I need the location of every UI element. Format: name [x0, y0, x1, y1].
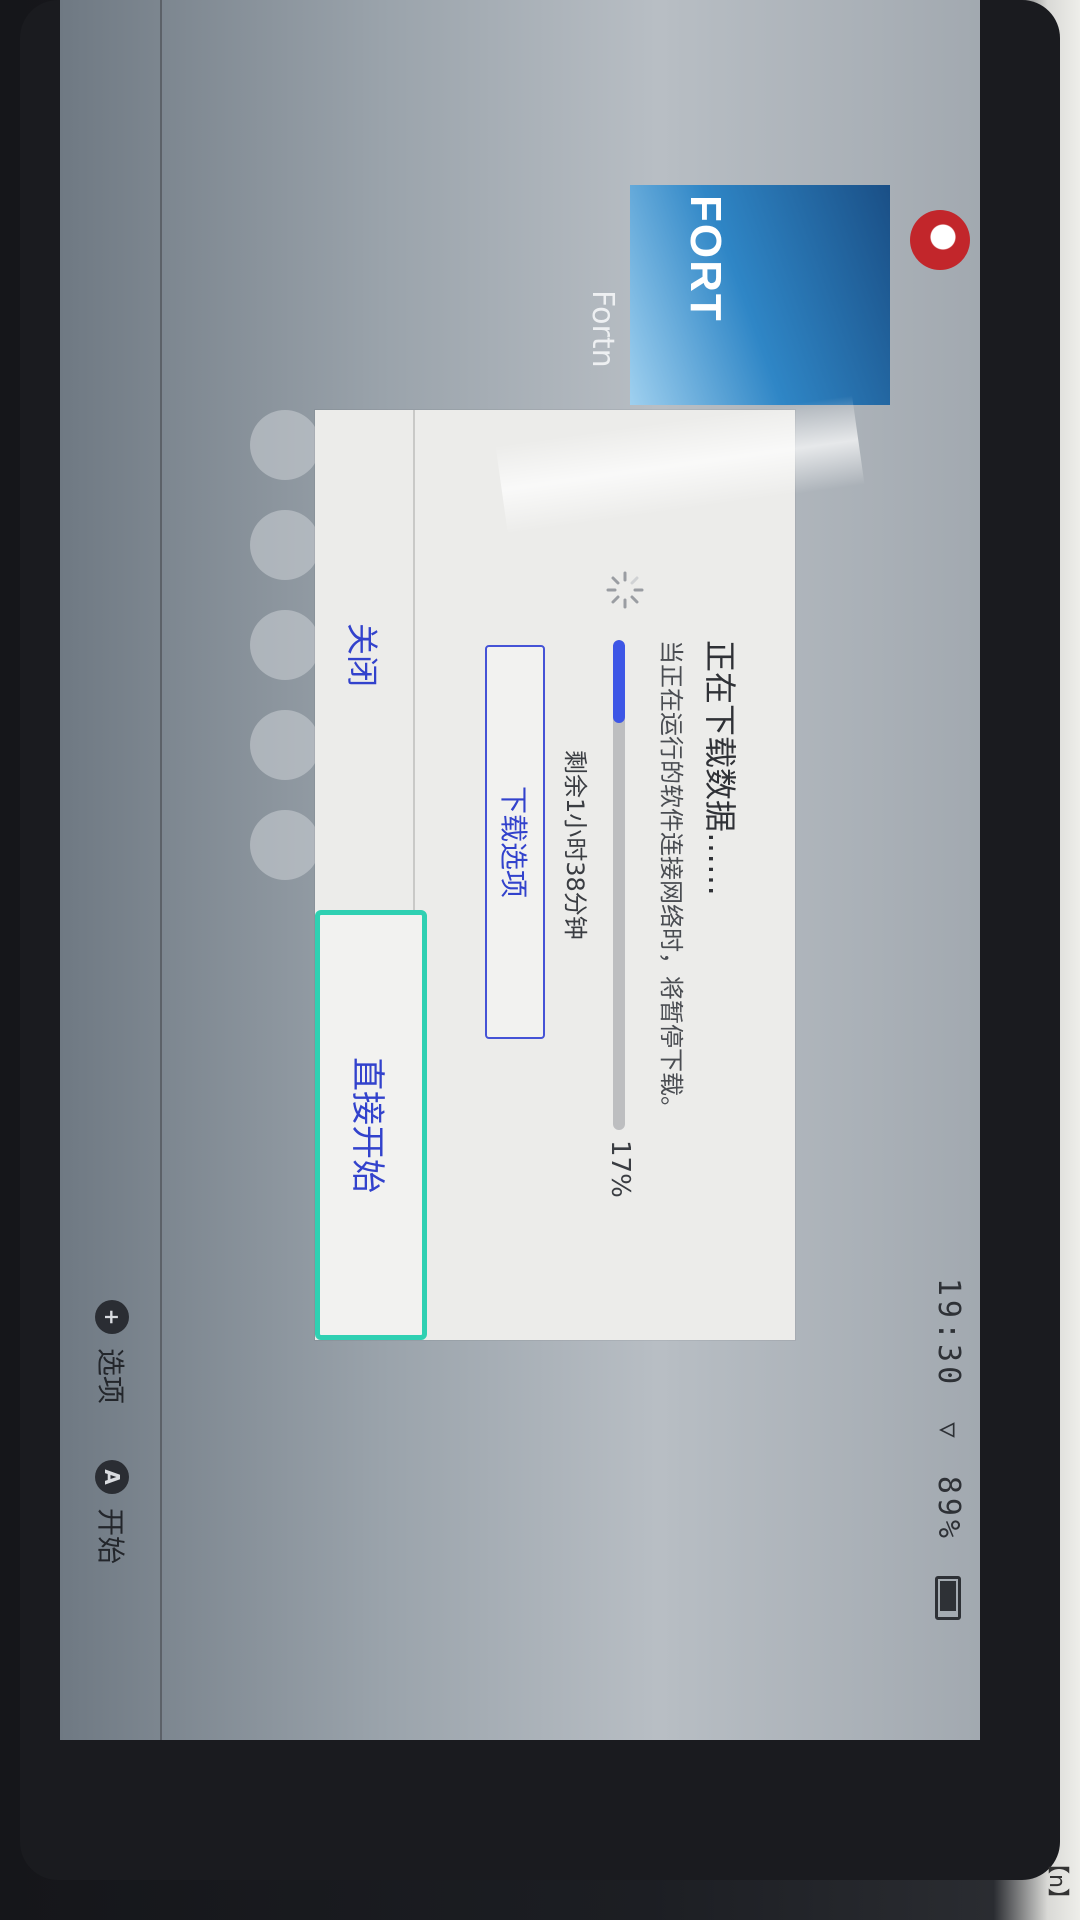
paper-edge-text: 【n】: [1044, 1852, 1069, 1910]
album-icon[interactable]: [250, 610, 320, 680]
close-button[interactable]: 关闭: [315, 410, 413, 900]
eshop-icon[interactable]: [250, 510, 320, 580]
settings-icon[interactable]: [250, 810, 320, 880]
loading-spinner-icon: [606, 571, 644, 609]
user-avatar[interactable]: [910, 210, 970, 270]
game-tile[interactable]: FORT: [630, 185, 890, 405]
clock: 19:30: [931, 1277, 966, 1389]
a-button-icon: A: [95, 1460, 129, 1494]
options-hint[interactable]: + 选项: [92, 1300, 132, 1404]
top-bar: 19:30 ▽ 89%: [900, 0, 980, 1740]
news-icon[interactable]: [250, 410, 320, 480]
time-remaining: 剩余1小时38分钟: [561, 750, 589, 940]
dialog-description: 当正在运行的软件连接网络时，将暂停下载。: [657, 640, 685, 1120]
status-area: 19:30 ▽ 89%: [931, 1278, 966, 1620]
download-progress-bar: [613, 640, 625, 1130]
console-screen: 19:30 ▽ 89% FORT Fortn + 选项 A 开始 正在下载数据……: [60, 0, 980, 1740]
plus-button-icon: +: [95, 1300, 129, 1334]
download-progress-fill: [613, 640, 625, 724]
start-directly-button[interactable]: 直接开始: [315, 910, 427, 1340]
wifi-icon: ▽: [933, 1422, 964, 1442]
progress-percent: 17%: [605, 1140, 635, 1198]
battery-icon: [935, 1576, 962, 1620]
battery-percent: 89%: [931, 1475, 966, 1542]
download-dialog: 正在下载数据…… 当正在运行的软件连接网络时，将暂停下载。 17% 剩余1小时3…: [315, 410, 795, 1340]
dialog-title: 正在下载数据……: [701, 640, 739, 897]
controllers-icon[interactable]: [250, 710, 320, 780]
bottom-hint-bar: + 选项 A 开始: [60, 0, 162, 1740]
home-ui: 19:30 ▽ 89% FORT Fortn + 选项 A 开始 正在下载数据……: [60, 0, 980, 1740]
home-icons-row: [250, 410, 320, 880]
game-tile-title: FORT: [681, 195, 730, 323]
download-options-button[interactable]: 下载选项: [485, 645, 545, 1039]
game-name: Fortn: [585, 290, 620, 368]
start-hint[interactable]: A 开始: [92, 1460, 132, 1564]
options-hint-label: 选项: [94, 1348, 127, 1405]
start-hint-label: 开始: [94, 1508, 127, 1565]
